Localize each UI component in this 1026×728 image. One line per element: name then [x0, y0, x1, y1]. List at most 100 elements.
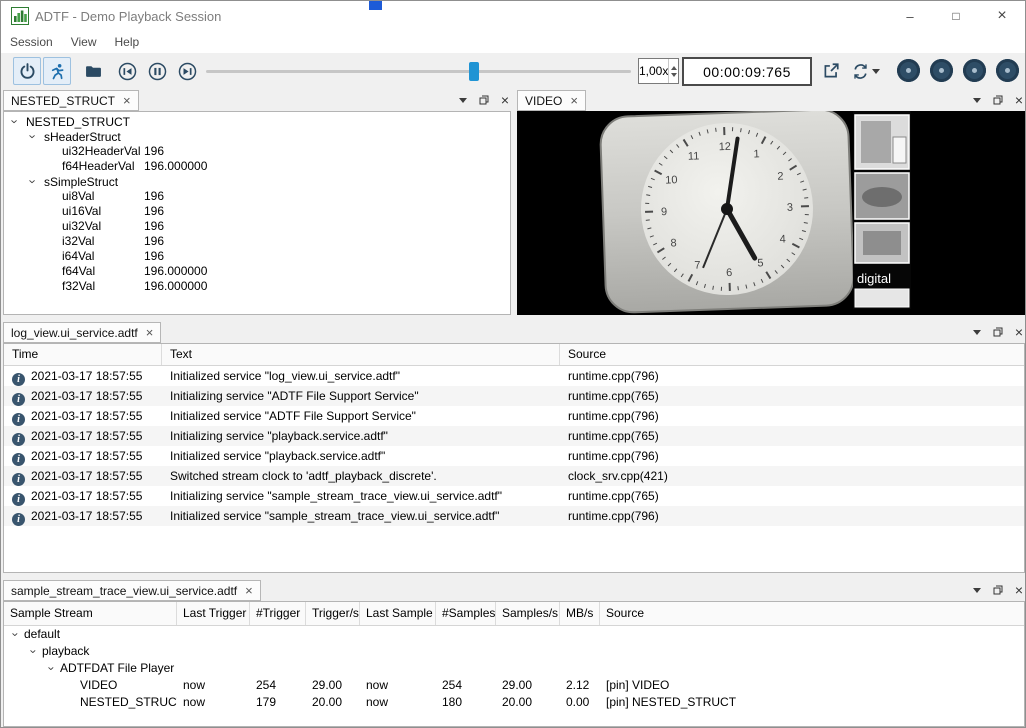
loop-dropdown-icon[interactable] — [872, 69, 880, 74]
dock-menu-icon[interactable] — [973, 98, 981, 103]
spin-down-icon[interactable] — [671, 73, 677, 77]
tree-row[interactable]: ›NESTED_STRUCT — [4, 114, 510, 129]
tree-row[interactable]: f64HeaderVal196.000000 — [4, 159, 510, 174]
tree-row[interactable]: f32Val196.000000 — [4, 279, 510, 294]
close-button[interactable]: × — [979, 1, 1025, 31]
toolbar-round-button-3[interactable] — [963, 59, 986, 82]
expand-arrow-icon[interactable]: › — [8, 117, 23, 127]
float-panel-icon[interactable] — [993, 95, 1003, 105]
log-row[interactable]: i2021-03-17 18:57:55Switched stream cloc… — [4, 466, 1024, 486]
trace-panel-titlebar[interactable]: sample_stream_trace_view.ui_service.adtf… — [1, 579, 1026, 601]
toolbar-round-button-2[interactable] — [930, 59, 953, 82]
tab-log-view[interactable]: log_view.ui_service.adtf × — [3, 322, 161, 343]
column-header-source[interactable]: Source — [600, 602, 1024, 625]
close-panel-icon[interactable]: × — [1015, 325, 1023, 339]
column-header-num-samples[interactable]: #Samples — [436, 602, 496, 625]
clock-numeral: 4 — [779, 233, 786, 245]
column-header-trigger-per-s[interactable]: Trigger/s — [306, 602, 360, 625]
tab-close-icon[interactable]: × — [123, 94, 131, 107]
tree-row[interactable]: ui16Val196 — [4, 204, 510, 219]
stream-tree-cell: NESTED_STRUCT — [4, 694, 177, 711]
playback-time-field[interactable]: 00:00:09:765 — [682, 57, 812, 86]
log-row[interactable]: i2021-03-17 18:57:55Initialized service … — [4, 446, 1024, 466]
menu-view[interactable]: View — [62, 31, 106, 53]
video-frame-clock-image: 123456789101112 digital — [517, 111, 1025, 315]
seek-slider-handle[interactable] — [469, 62, 479, 81]
close-panel-icon[interactable]: × — [1015, 583, 1023, 597]
log-text-cell: Initializing service "sample_stream_trac… — [162, 486, 560, 506]
log-row[interactable]: i2021-03-17 18:57:55Initializing service… — [4, 486, 1024, 506]
float-panel-icon[interactable] — [479, 95, 489, 105]
float-panel-icon[interactable] — [993, 585, 1003, 595]
toolbar-round-button-4[interactable] — [996, 59, 1019, 82]
loop-mode-button[interactable] — [847, 57, 883, 85]
tree-row[interactable]: ui32HeaderVal196 — [4, 144, 510, 159]
maximize-button[interactable]: □ — [933, 1, 979, 31]
log-panel-titlebar[interactable]: log_view.ui_service.adtf × × — [1, 321, 1026, 343]
expand-arrow-icon[interactable]: › — [26, 177, 41, 187]
column-header-samples-per-s[interactable]: Samples/s — [496, 602, 560, 625]
video-panel-titlebar[interactable]: VIDEO × × — [515, 89, 1026, 111]
detach-player-button[interactable] — [817, 57, 845, 85]
dock-menu-icon[interactable] — [459, 98, 467, 103]
expand-arrow-icon[interactable]: › — [25, 647, 42, 657]
column-header-last-sample[interactable]: Last Sample — [360, 602, 436, 625]
nested-struct-panel-titlebar[interactable]: NESTED_STRUCT × × — [1, 89, 513, 111]
tab-close-icon[interactable]: × — [245, 584, 253, 597]
tree-row[interactable]: ui32Val196 — [4, 219, 510, 234]
tree-row[interactable]: ›sSimpleStruct — [4, 174, 510, 189]
log-row[interactable]: i2021-03-17 18:57:55Initialized service … — [4, 366, 1024, 386]
expand-arrow-icon[interactable]: › — [43, 664, 60, 674]
close-panel-icon[interactable]: × — [1015, 93, 1023, 107]
toolbar-round-button-1[interactable] — [897, 59, 920, 82]
tree-row[interactable]: f64Val196.000000 — [4, 264, 510, 279]
tab-close-icon[interactable]: × — [146, 326, 154, 339]
tab-trace-view[interactable]: sample_stream_trace_view.ui_service.adtf… — [3, 580, 261, 601]
tab-label: VIDEO — [525, 94, 562, 108]
trace-row[interactable]: ›playback — [4, 643, 1024, 660]
pause-button[interactable] — [143, 57, 171, 85]
expand-arrow-icon[interactable]: › — [7, 630, 24, 640]
tree-row[interactable]: i32Val196 — [4, 234, 510, 249]
float-panel-icon[interactable] — [993, 327, 1003, 337]
column-header-mb-per-s[interactable]: MB/s — [560, 602, 600, 625]
close-panel-icon[interactable]: × — [501, 93, 509, 107]
tab-video[interactable]: VIDEO × — [517, 90, 586, 111]
open-file-button[interactable] — [79, 57, 107, 85]
log-time-cell: i2021-03-17 18:57:55 — [4, 386, 162, 406]
tab-nested-struct[interactable]: NESTED_STRUCT × — [3, 90, 139, 111]
speed-spinbox[interactable]: 1,00x — [638, 58, 679, 84]
log-row[interactable]: i2021-03-17 18:57:55Initialized service … — [4, 506, 1024, 526]
column-header-num-trigger[interactable]: #Trigger — [250, 602, 306, 625]
trace-row[interactable]: VIDEOnow25429.00now25429.002.12[pin] VID… — [4, 677, 1024, 694]
column-header-time[interactable]: Time — [4, 344, 162, 365]
power-session-button[interactable] — [13, 57, 41, 85]
trace-row[interactable]: ›default — [4, 626, 1024, 643]
trace-row[interactable]: NESTED_STRUCTnow17920.00now18020.000.00[… — [4, 694, 1024, 711]
column-header-last-trigger[interactable]: Last Trigger — [177, 602, 250, 625]
seek-slider[interactable] — [206, 57, 631, 85]
log-row[interactable]: i2021-03-17 18:57:55Initialized service … — [4, 406, 1024, 426]
skip-to-end-button[interactable] — [173, 57, 201, 85]
tree-row[interactable]: ›sHeaderStruct — [4, 129, 510, 144]
seek-slider-track[interactable] — [206, 70, 631, 73]
menu-help[interactable]: Help — [106, 31, 149, 53]
dock-menu-icon[interactable] — [973, 330, 981, 335]
menu-session[interactable]: Session — [1, 31, 62, 53]
tab-close-icon[interactable]: × — [570, 94, 578, 107]
dock-menu-icon[interactable] — [973, 588, 981, 593]
trace-row[interactable]: ›ADTFDAT File Player — [4, 660, 1024, 677]
column-header-sample-stream[interactable]: Sample Stream — [4, 602, 177, 625]
log-row[interactable]: i2021-03-17 18:57:55Initializing service… — [4, 426, 1024, 446]
skip-to-start-button[interactable] — [113, 57, 141, 85]
tree-row[interactable]: i64Val196 — [4, 249, 510, 264]
column-header-source[interactable]: Source — [560, 344, 1024, 365]
run-session-button[interactable] — [43, 57, 71, 85]
minimize-button[interactable]: – — [887, 1, 933, 31]
spin-up-icon[interactable] — [671, 66, 677, 70]
column-header-text[interactable]: Text — [162, 344, 560, 365]
titlebar[interactable]: ADTF - Demo Playback Session – □ × — [1, 1, 1025, 31]
log-row[interactable]: i2021-03-17 18:57:55Initializing service… — [4, 386, 1024, 406]
tree-row[interactable]: ui8Val196 — [4, 189, 510, 204]
expand-arrow-icon[interactable]: › — [26, 132, 41, 142]
